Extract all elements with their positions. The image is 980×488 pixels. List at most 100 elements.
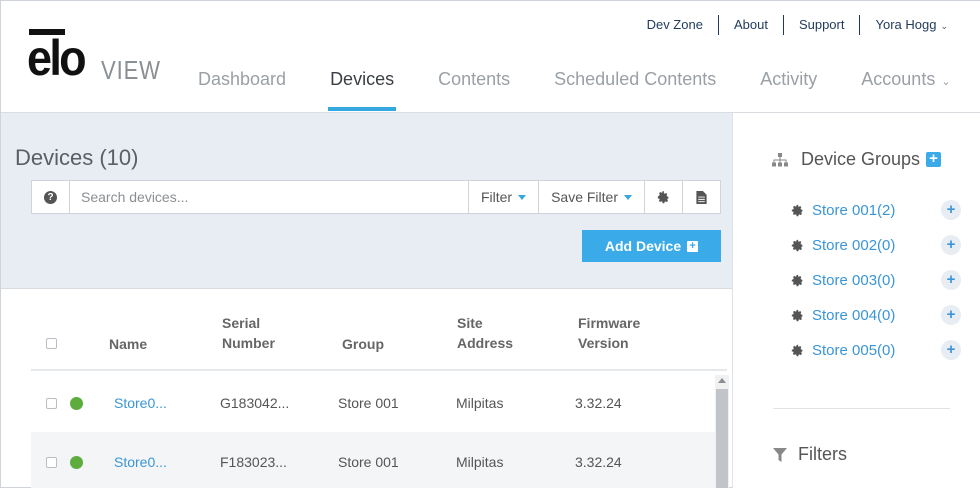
add-to-group-button[interactable]: + xyxy=(941,305,961,325)
row-checkbox[interactable] xyxy=(46,398,57,409)
device-groups-panel: Device Groups + Store 001(2) + Store 002… xyxy=(732,113,980,488)
column-firmware-line2: Version xyxy=(578,335,629,351)
group-label[interactable]: Store 004(0) xyxy=(812,307,895,324)
device-name-link[interactable]: Store0... xyxy=(114,452,167,472)
column-firmware[interactable]: Firmware Version xyxy=(578,313,640,353)
tab-accounts-label: Accounts xyxy=(861,69,936,89)
scroll-thumb[interactable] xyxy=(716,389,728,488)
question-circle-icon: ? xyxy=(44,190,57,204)
settings-button[interactable] xyxy=(644,181,682,213)
save-filter-label: Save Filter xyxy=(551,189,618,205)
gear-icon xyxy=(791,274,803,286)
add-to-group-button[interactable]: + xyxy=(941,340,961,360)
top-links: Dev Zone About Support Yora Hogg ⌄ xyxy=(632,15,963,35)
help-button[interactable]: ? xyxy=(32,181,70,213)
group-label[interactable]: Store 001(2) xyxy=(812,202,895,219)
plus-square-icon: + xyxy=(687,240,699,252)
caret-down-icon xyxy=(624,194,632,200)
add-device-button[interactable]: Add Device + xyxy=(582,230,721,262)
group-label[interactable]: Store 005(0) xyxy=(812,342,895,359)
scroll-up-arrow-icon[interactable] xyxy=(718,378,726,383)
group-label[interactable]: Store 003(0) xyxy=(812,272,895,289)
devices-toolbar-area: Devices (10) ? Filter Save Filter xyxy=(1,113,732,289)
dev-zone-link[interactable]: Dev Zone xyxy=(632,15,718,35)
table-scrollbar[interactable] xyxy=(715,375,729,488)
export-button[interactable] xyxy=(682,181,720,213)
filter-button[interactable]: Filter xyxy=(467,181,538,213)
devices-table-header: Name Serial Number Group Site Address Fi… xyxy=(31,301,727,371)
tab-dashboard[interactable]: Dashboard xyxy=(176,67,308,111)
device-firmware: 3.32.24 xyxy=(575,454,622,470)
device-groups-header: Device Groups + xyxy=(771,149,942,170)
row-checkbox[interactable] xyxy=(46,457,57,468)
main-nav: Dashboard Devices Contents Scheduled Con… xyxy=(176,67,973,111)
tab-contents[interactable]: Contents xyxy=(416,67,532,111)
tab-devices[interactable]: Devices xyxy=(308,67,416,111)
device-firmware: 3.32.24 xyxy=(575,395,622,411)
tab-scheduled-contents[interactable]: Scheduled Contents xyxy=(532,67,738,111)
status-online-icon xyxy=(70,456,83,469)
device-serial: F183023... xyxy=(220,454,287,470)
app-header: elo VIEW Dev Zone About Support Yora Hog… xyxy=(1,1,980,113)
column-serial[interactable]: Serial Number xyxy=(222,313,275,353)
device-group: Store 001 xyxy=(338,395,399,411)
status-online-icon xyxy=(70,397,83,410)
logo-product: VIEW xyxy=(101,55,161,85)
tab-activity[interactable]: Activity xyxy=(738,67,839,111)
search-input[interactable] xyxy=(70,181,468,213)
gear-icon xyxy=(791,309,803,321)
elo-view-logo[interactable]: elo VIEW xyxy=(27,29,167,85)
add-group-button[interactable]: + xyxy=(926,151,942,167)
table-row[interactable]: Store0... F183023... Store 001 Milpitas … xyxy=(31,432,715,488)
device-name-link[interactable]: Store0... xyxy=(114,393,167,413)
device-serial: G183042... xyxy=(220,395,290,411)
filters-header[interactable]: Filters xyxy=(773,444,847,465)
tab-accounts[interactable]: Accounts ⌄ xyxy=(839,67,972,111)
group-item-store-001[interactable]: Store 001(2) + xyxy=(791,198,961,222)
chevron-down-icon: ⌄ xyxy=(941,76,951,88)
column-site-line1: Site xyxy=(457,315,483,331)
panel-divider xyxy=(773,408,950,409)
gear-icon xyxy=(791,204,803,216)
hierarchy-icon xyxy=(772,152,788,166)
group-item-store-002[interactable]: Store 002(0) + xyxy=(791,233,961,257)
column-group[interactable]: Group xyxy=(342,334,384,354)
add-device-label: Add Device xyxy=(604,238,682,254)
device-site: Milpitas xyxy=(456,454,504,470)
add-to-group-button[interactable]: + xyxy=(941,270,961,290)
device-groups-title: Device Groups xyxy=(801,149,921,169)
device-site: Milpitas xyxy=(456,395,504,411)
column-firmware-line1: Firmware xyxy=(578,315,641,331)
filters-title: Filters xyxy=(798,444,847,464)
column-site-line2: Address xyxy=(457,335,514,351)
logo-brand: elo xyxy=(27,30,87,86)
device-group: Store 001 xyxy=(338,454,399,470)
about-link[interactable]: About xyxy=(717,15,783,35)
support-link[interactable]: Support xyxy=(782,15,860,35)
user-name: Yora Hogg xyxy=(875,17,937,32)
column-name[interactable]: Name xyxy=(109,334,147,354)
table-row[interactable]: Store0... G183042... Store 001 Milpitas … xyxy=(31,373,715,432)
gear-icon xyxy=(791,344,803,356)
select-all-checkbox[interactable] xyxy=(46,338,57,349)
devices-panel: Devices (10) ? Filter Save Filter xyxy=(1,113,732,488)
chevron-down-icon: ⌄ xyxy=(940,20,948,31)
group-item-store-003[interactable]: Store 003(0) + xyxy=(791,268,961,292)
column-serial-line1: Serial xyxy=(222,315,261,331)
save-filter-button[interactable]: Save Filter xyxy=(538,181,644,213)
filter-label: Filter xyxy=(480,189,513,205)
funnel-icon xyxy=(773,447,787,462)
gear-icon xyxy=(791,239,803,251)
group-item-store-004[interactable]: Store 004(0) + xyxy=(791,303,961,327)
document-icon xyxy=(696,190,707,204)
group-item-store-005[interactable]: Store 005(0) + xyxy=(791,338,961,362)
add-to-group-button[interactable]: + xyxy=(941,200,961,220)
column-serial-line2: Number xyxy=(222,335,275,351)
column-site[interactable]: Site Address xyxy=(457,313,513,353)
page-title: Devices (10) xyxy=(15,145,139,170)
group-label[interactable]: Store 002(0) xyxy=(812,237,895,254)
add-to-group-button[interactable]: + xyxy=(941,235,961,255)
caret-down-icon xyxy=(518,194,527,200)
gear-icon xyxy=(657,190,669,203)
user-menu[interactable]: Yora Hogg ⌄ xyxy=(859,15,963,35)
